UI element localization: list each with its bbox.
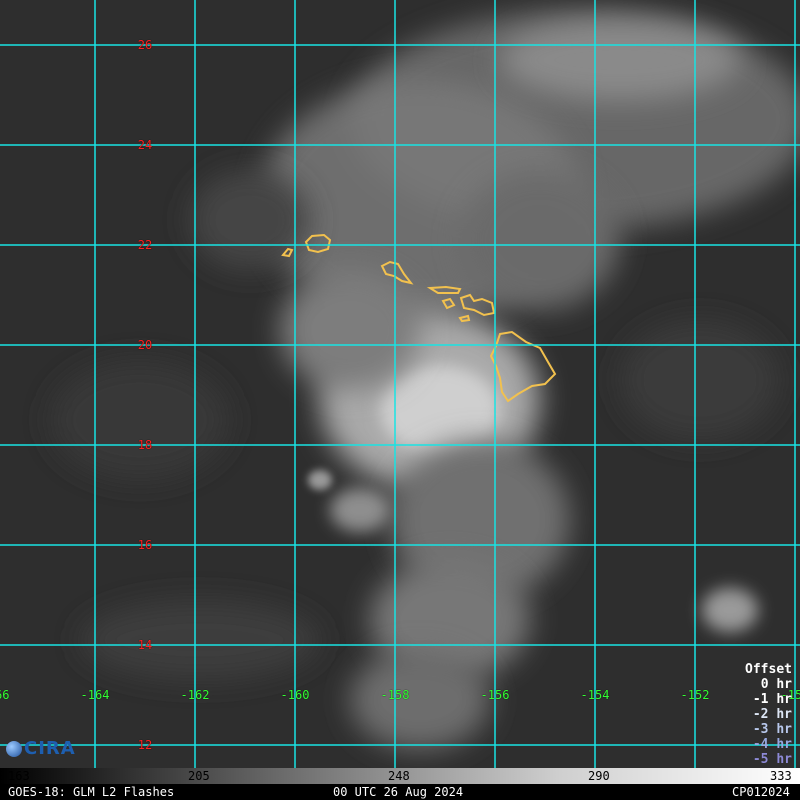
latitude-label: 16 bbox=[137, 538, 153, 552]
longitude-label: -162 bbox=[180, 688, 210, 702]
logo-text: CIRA bbox=[24, 738, 76, 759]
cira-logo: CIRA bbox=[6, 738, 76, 759]
satellite-map: 26 24 22 20 18 16 14 12 -166 -164 -162 -160 -158 -15… bbox=[0, 0, 800, 768]
colorbar-tick: 290 bbox=[588, 769, 610, 783]
offset-legend-item: -1 hr bbox=[752, 692, 792, 707]
offset-legend-item: -5 hr bbox=[752, 752, 792, 767]
globe-icon bbox=[6, 741, 22, 757]
colorbar: 163 205 248 290 333 bbox=[0, 768, 800, 784]
latitude-label: 18 bbox=[137, 438, 153, 452]
footer-storm-id: CP012024 bbox=[732, 785, 790, 799]
offset-legend-title: Offset bbox=[745, 662, 792, 677]
offset-legend-item: -2 hr bbox=[752, 707, 792, 722]
offset-legend-item: -4 hr bbox=[752, 737, 792, 752]
colorbar-tick: 205 bbox=[188, 769, 210, 783]
longitude-label: -152 bbox=[680, 688, 710, 702]
map-canvas bbox=[0, 0, 800, 768]
longitude-label: -158 bbox=[380, 688, 410, 702]
colorbar-tick: 333 bbox=[770, 769, 792, 783]
latitude-label: 20 bbox=[137, 338, 153, 352]
offset-legend-item: -3 hr bbox=[752, 722, 792, 737]
longitude-label: -154 bbox=[580, 688, 610, 702]
longitude-label: -164 bbox=[80, 688, 110, 702]
latitude-label: 22 bbox=[137, 238, 153, 252]
latitude-label: 26 bbox=[137, 38, 153, 52]
footer-product: GOES-18: GLM L2 Flashes bbox=[8, 785, 175, 799]
offset-legend: Offset 0 hr-1 hr-2 hr-3 hr-4 hr-5 hr-6 h… bbox=[745, 662, 792, 768]
latitude-label: 14 bbox=[137, 638, 153, 652]
cloud-layer bbox=[50, 10, 800, 750]
longitude-label: -166 bbox=[0, 688, 10, 702]
colorbar-tick: 248 bbox=[388, 769, 410, 783]
latitude-label: 24 bbox=[137, 138, 153, 152]
offset-legend-item: 0 hr bbox=[760, 677, 792, 692]
colorbar-tick: 163 bbox=[8, 769, 30, 783]
footer-time: 00 UTC 26 Aug 2024 bbox=[333, 785, 464, 799]
footer-bar: GOES-18: GLM L2 Flashes 00 UTC 26 Aug 20… bbox=[0, 784, 800, 800]
latitude-label: 12 bbox=[137, 738, 153, 752]
longitude-label: -156 bbox=[480, 688, 510, 702]
longitude-label: -160 bbox=[280, 688, 310, 702]
